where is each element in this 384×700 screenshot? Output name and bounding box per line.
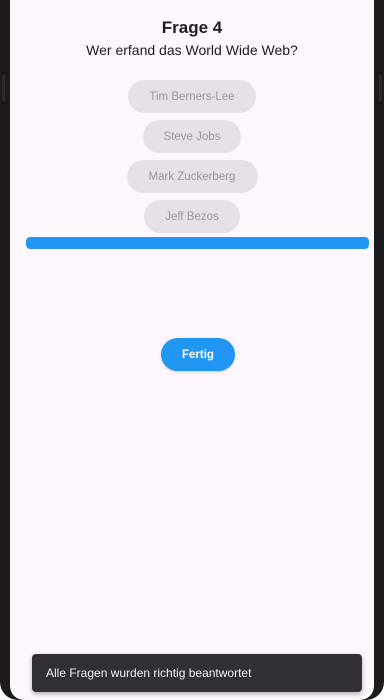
answer-list: Tim Berners-Lee Steve Jobs Mark Zuckerbe… <box>10 80 374 240</box>
question-number-title: Frage 4 <box>161 18 223 37</box>
app-screen: Frage 4 Wer erfand das World Wide Web? T… <box>10 0 374 700</box>
side-button-right <box>379 75 382 101</box>
answer-option-jeff-bezos[interactable]: Jeff Bezos <box>144 200 240 233</box>
phone-frame: Frage 4 Wer erfand das World Wide Web? T… <box>0 0 384 700</box>
progress-bar-fill <box>26 237 369 249</box>
snackbar: Alle Fragen wurden richtig beantwortet <box>32 654 362 692</box>
done-button[interactable]: Fertig <box>161 338 235 371</box>
side-button-left <box>2 75 5 101</box>
snackbar-message: Alle Fragen wurden richtig beantwortet <box>46 666 252 680</box>
question-text: Wer erfand das World Wide Web? <box>86 42 298 58</box>
answer-option-mark-zuckerberg[interactable]: Mark Zuckerberg <box>126 160 258 193</box>
answer-option-steve-jobs[interactable]: Steve Jobs <box>143 120 241 153</box>
answer-option-tim-berners-lee[interactable]: Tim Berners-Lee <box>128 80 256 113</box>
progress-bar <box>26 237 369 249</box>
